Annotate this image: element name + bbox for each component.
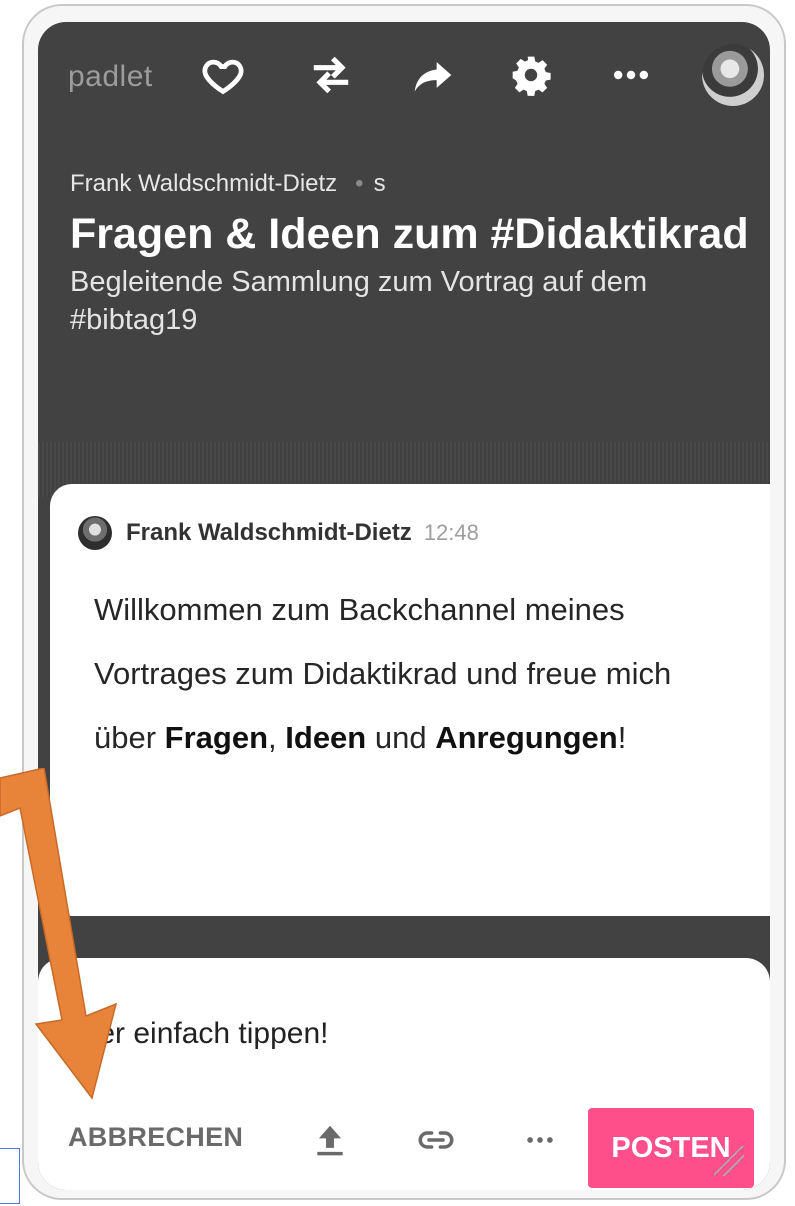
post-composer: ABBRECHEN POSTEN [38,958,770,1190]
padlet-window: padlet Frank Waldschmidt-Dietz • s Fragen … [38,22,770,1190]
separator-dot: • [355,170,364,197]
compose-input[interactable] [68,1016,692,1052]
post-bold-fragen: Fragen [164,720,269,755]
gear-icon[interactable] [506,50,556,100]
top-toolbar: padlet [38,22,770,132]
post-separator: und [366,720,436,755]
post-time: 12:48 [423,520,479,545]
board-subtitle: Begleitende Sammlung zum Vortrag auf dem… [70,266,648,336]
post-bold-anregungen: Anregungen [435,720,618,755]
annotation-arrow [0,768,118,1100]
board-author: Frank Waldschmidt-Dietz [70,170,338,197]
upload-icon[interactable] [302,1112,358,1168]
post-text-end: ! [617,720,627,755]
user-avatar[interactable] [702,44,764,106]
post-author: Frank Waldschmidt-Dietz [126,519,412,546]
post-body: Willkommen zum Backchannel meines Vortra… [94,578,734,770]
board-header: Frank Waldschmidt-Dietz • s Fragen & Ideen… [70,170,750,339]
cancel-button[interactable]: ABBRECHEN [68,1122,243,1153]
board-author-line: Frank Waldschmidt-Dietz • s [70,170,750,198]
post-card[interactable]: Frank Waldschmidt-Dietz 12:48 Willkommen… [50,484,770,916]
post-avatar [78,516,112,550]
padlet-logo: padlet [68,60,153,93]
post-separator: , [268,720,286,755]
link-icon[interactable] [408,1112,464,1168]
post-header: Frank Waldschmidt-Dietz 12:48 [78,516,479,550]
selection-box-fragment [0,1148,20,1204]
more-options-icon[interactable] [512,1112,568,1168]
board-title: Fragen & Ideen zum #Didaktikrad [70,210,749,258]
remix-icon[interactable] [306,50,356,100]
resize-handle[interactable] [714,1146,744,1176]
post-bold-ideen: Ideen [285,720,367,755]
composer-actions: ABBRECHEN POSTEN [38,1098,770,1188]
heart-icon[interactable] [198,50,248,100]
more-icon[interactable] [606,50,656,100]
share-icon[interactable] [408,50,458,100]
board-suffix: s [373,170,386,197]
